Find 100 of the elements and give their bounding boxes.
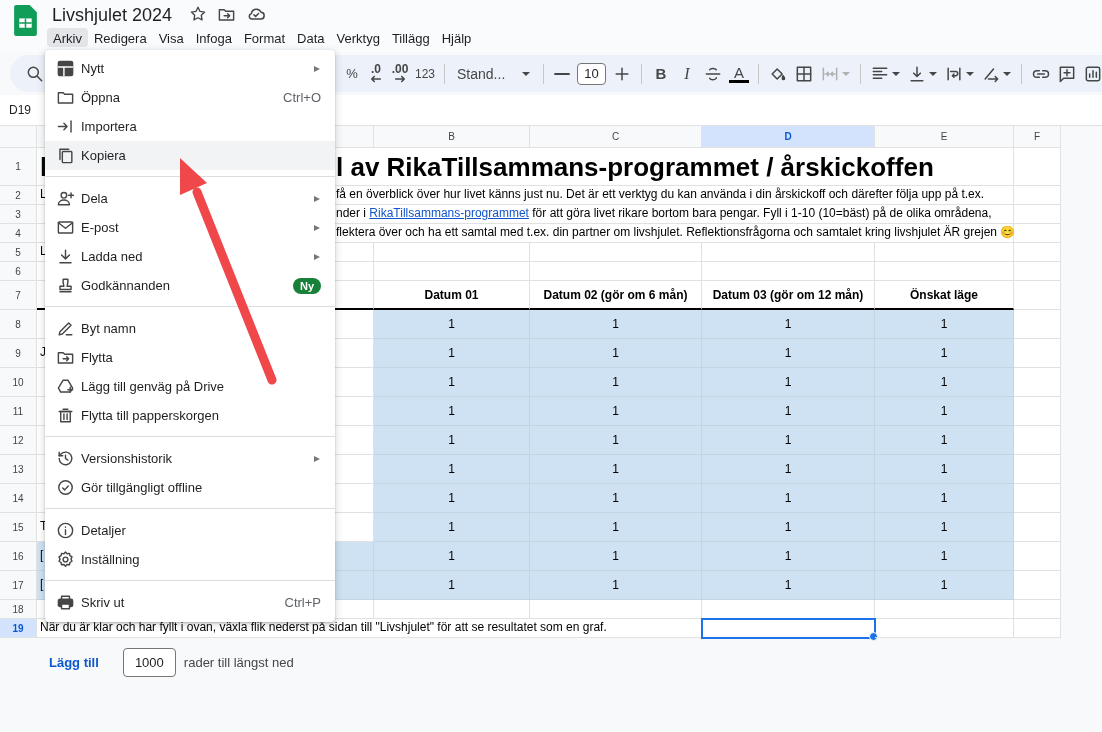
menu-item[interactable]: Öppna Ctrl+O xyxy=(45,83,335,112)
menu-item[interactable]: Gör tillgängligt offline xyxy=(45,473,335,502)
text-color-button[interactable]: A xyxy=(726,59,753,88)
table-cell: 1 xyxy=(374,542,530,571)
row-header[interactable]: 17 xyxy=(0,571,37,600)
table-cell: 1 xyxy=(702,310,875,339)
table-cell: 1 xyxy=(875,484,1014,513)
column-header[interactable]: E xyxy=(875,126,1014,148)
empty-cell xyxy=(1014,619,1061,638)
menu-item[interactable]: Redigera xyxy=(87,28,153,47)
empty-cell xyxy=(1014,600,1061,619)
row-header[interactable]: 5 xyxy=(0,243,37,262)
menu-item[interactable]: Kopiera xyxy=(45,141,335,170)
menu-item[interactable]: Verktyg xyxy=(330,28,386,47)
menu-item[interactable]: Hjälp xyxy=(435,28,478,47)
menu-item[interactable]: Arkiv xyxy=(47,28,88,47)
program-link[interactable]: RikaTillsammans-programmet xyxy=(369,206,529,220)
row-header[interactable]: 11 xyxy=(0,397,37,426)
settings-icon xyxy=(56,550,75,569)
table-cell: 1 xyxy=(530,368,702,397)
table-cell: 1 xyxy=(875,368,1014,397)
spreadsheet-icon[interactable] xyxy=(14,5,37,36)
table-cell: 1 xyxy=(530,339,702,368)
table-cell: 1 xyxy=(374,339,530,368)
row-header[interactable]: 10 xyxy=(0,368,37,397)
menu-item[interactable]: Godkännanden Ny xyxy=(45,271,335,300)
table-cell: 1 xyxy=(530,310,702,339)
row-header[interactable]: 7 xyxy=(0,281,37,310)
column-header[interactable]: B xyxy=(374,126,530,148)
font-size-field[interactable]: 10 xyxy=(577,62,607,85)
table-cell: 1 xyxy=(702,455,875,484)
table-cell: 1 xyxy=(875,339,1014,368)
document-title[interactable]: Livshjulet 2024 xyxy=(47,2,185,26)
menu-item-label: Dela xyxy=(81,191,108,206)
table-cell: 1 xyxy=(530,484,702,513)
table-cell: 1 xyxy=(702,426,875,455)
menu-item-label: Detaljer xyxy=(81,523,126,538)
table-cell: 1 xyxy=(702,542,875,571)
row-count-field[interactable]: 1000 xyxy=(122,648,176,677)
row-header[interactable]: 12 xyxy=(0,426,37,455)
fill-handle[interactable] xyxy=(869,632,878,641)
menu-item[interactable]: Infoga xyxy=(189,28,238,47)
menu-item[interactable]: Detaljer xyxy=(45,516,335,545)
table-cell: 1 xyxy=(530,455,702,484)
menu-item-label: Importera xyxy=(81,119,137,134)
number-format-dropdown[interactable]: Stand... xyxy=(451,59,538,88)
row-header[interactable]: 14 xyxy=(0,484,37,513)
add-rows-button[interactable]: Lägg till xyxy=(37,649,111,676)
star-icon[interactable] xyxy=(189,5,208,23)
trash-icon xyxy=(56,406,75,425)
menu-item[interactable]: Tillägg xyxy=(385,28,436,47)
menu-item-label: Kopiera xyxy=(81,148,126,163)
row-header[interactable]: 1 xyxy=(0,148,37,186)
cell-text: nder i RikaTillsammans-programmet för att göra livet rikare bortom bara pengar. Fyll i 1-10 (10=bäst) på de olika områdena, xyxy=(336,206,992,220)
row-header[interactable]: 3 xyxy=(0,205,37,224)
decrease-decimals-button[interactable]: .0 xyxy=(364,59,388,88)
envelope-icon xyxy=(56,218,75,237)
menu-item[interactable]: Importera xyxy=(45,112,335,141)
table-cell: 1 xyxy=(530,397,702,426)
active-cell[interactable] xyxy=(702,619,875,638)
column-header[interactable]: F xyxy=(1014,126,1061,148)
stamp-icon xyxy=(56,276,75,295)
increase-decimals-button[interactable]: .00 xyxy=(388,59,412,88)
row-header[interactable]: 16 xyxy=(0,542,37,571)
column-header[interactable]: D xyxy=(702,126,875,148)
circle-check-icon xyxy=(56,478,75,497)
italic-button[interactable]: I xyxy=(674,59,701,88)
menu-item[interactable]: Nytt xyxy=(45,54,335,83)
percent-button[interactable]: % xyxy=(340,59,364,88)
menu-item[interactable]: Dela xyxy=(45,184,335,213)
row-header[interactable]: 8 xyxy=(0,310,37,339)
menu-item[interactable]: Lägg till genväg på Drive xyxy=(45,372,335,401)
table-cell: 1 xyxy=(875,397,1014,426)
name-box[interactable]: D19 xyxy=(9,103,31,117)
menu-item[interactable]: E-post xyxy=(45,213,335,242)
column-header[interactable]: C xyxy=(530,126,702,148)
bold-button[interactable]: B xyxy=(648,59,675,88)
menu-item[interactable]: Data xyxy=(291,28,331,47)
row-header[interactable]: 4 xyxy=(0,224,37,243)
menu-item-label: Ladda ned xyxy=(81,249,143,264)
row-header[interactable]: 15 xyxy=(0,513,37,542)
row-header[interactable]: 18 xyxy=(0,600,37,619)
menu-item[interactable]: Flytta till papperskorgen xyxy=(45,401,335,430)
table-cell: 1 xyxy=(374,571,530,600)
menu-item[interactable]: Versionshistorik xyxy=(45,444,335,473)
row-header[interactable]: 6 xyxy=(0,262,37,281)
menu-item[interactable]: Visa xyxy=(152,28,190,47)
row-header[interactable]: 19 xyxy=(0,619,37,638)
menu-item[interactable]: Format xyxy=(237,28,292,47)
menu-item-label: Godkännanden xyxy=(81,278,170,293)
menu-item[interactable]: Inställning xyxy=(45,545,335,574)
sheet-title: l av RikaTillsammans-programmet / årskickoffen xyxy=(336,152,934,183)
more-formats-button[interactable]: 123 xyxy=(412,59,439,88)
table-cell: 1 xyxy=(875,571,1014,600)
row-header[interactable]: 9 xyxy=(0,339,37,368)
row-header[interactable]: 2 xyxy=(0,186,37,205)
row-header[interactable]: 13 xyxy=(0,455,37,484)
triangle-plus-icon xyxy=(56,377,75,396)
copy-icon xyxy=(56,146,75,165)
minus-icon xyxy=(554,71,571,76)
